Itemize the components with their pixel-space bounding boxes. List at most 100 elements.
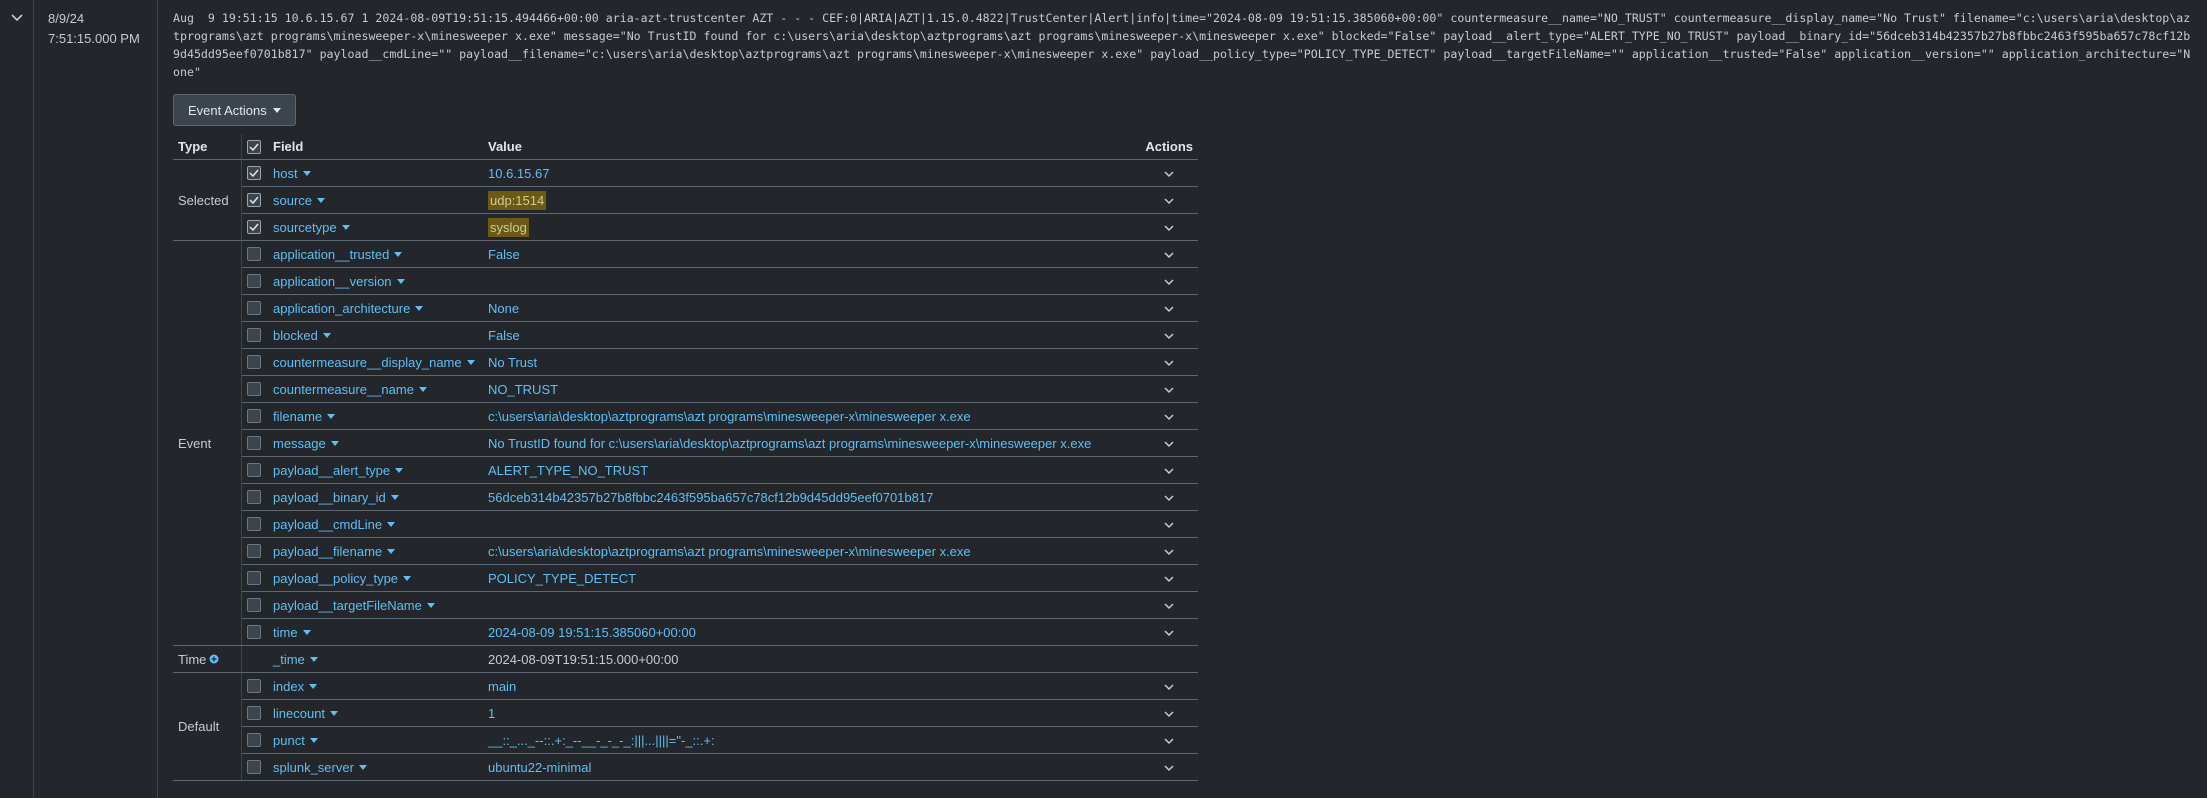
field-name-link[interactable]: host bbox=[273, 166, 311, 181]
field-checkbox[interactable] bbox=[247, 436, 261, 450]
field-value[interactable]: None bbox=[488, 301, 519, 316]
field-checkbox[interactable] bbox=[247, 193, 261, 207]
field-name: countermeasure__display_name bbox=[273, 354, 462, 370]
field-actions-button[interactable] bbox=[1164, 332, 1174, 340]
field-actions-button[interactable] bbox=[1164, 305, 1174, 313]
field-actions-button[interactable] bbox=[1164, 467, 1174, 475]
field-checkbox[interactable] bbox=[247, 625, 261, 639]
field-name-link[interactable]: filename bbox=[273, 409, 336, 424]
field-value[interactable]: 2024-08-09 19:51:15.385060+00:00 bbox=[488, 625, 696, 640]
field-name-link[interactable]: index bbox=[273, 679, 318, 694]
field-checkbox[interactable] bbox=[247, 220, 261, 234]
field-checkbox[interactable] bbox=[247, 571, 261, 585]
field-actions-button[interactable] bbox=[1164, 440, 1174, 448]
field-checkbox[interactable] bbox=[247, 301, 261, 315]
field-actions-button[interactable] bbox=[1164, 602, 1174, 610]
field-checkbox[interactable] bbox=[247, 706, 261, 720]
field-actions-button[interactable] bbox=[1164, 494, 1174, 502]
field-checkbox[interactable] bbox=[247, 463, 261, 477]
field-actions-button[interactable] bbox=[1164, 575, 1174, 583]
field-actions-button[interactable] bbox=[1164, 413, 1174, 421]
field-name-cell: payload__filename bbox=[268, 537, 483, 565]
field-value[interactable]: ubuntu22-minimal bbox=[488, 760, 591, 775]
field-name-link[interactable]: payload__filename bbox=[273, 544, 396, 559]
field-value[interactable]: __::_..._--::.+:_--__-_-_-_:|||...||||="… bbox=[488, 733, 715, 748]
field-name-link[interactable]: message bbox=[273, 436, 339, 451]
field-value[interactable]: False bbox=[488, 328, 520, 343]
field-value[interactable]: 56dceb314b42357b27b8fbbc2463f595ba657c78… bbox=[488, 490, 933, 505]
field-checkbox[interactable] bbox=[247, 733, 261, 747]
field-name-cell: time bbox=[268, 618, 483, 646]
field-checkbox[interactable] bbox=[247, 409, 261, 423]
field-value[interactable]: NO_TRUST bbox=[488, 382, 558, 397]
field-checkbox[interactable] bbox=[247, 247, 261, 261]
field-name-link[interactable]: application__version bbox=[273, 274, 405, 289]
field-checkbox[interactable] bbox=[247, 679, 261, 693]
field-actions-button[interactable] bbox=[1164, 359, 1174, 367]
field-actions-button[interactable] bbox=[1164, 737, 1174, 745]
select-all-checkbox[interactable] bbox=[247, 139, 261, 154]
field-actions-button[interactable] bbox=[1164, 764, 1174, 772]
field-actions-button[interactable] bbox=[1164, 197, 1174, 205]
field-name-link[interactable]: countermeasure__name bbox=[273, 382, 427, 397]
field-name-link[interactable]: payload__alert_type bbox=[273, 463, 404, 478]
field-value[interactable]: No Trust bbox=[488, 355, 537, 370]
field-name-link[interactable]: splunk_server bbox=[273, 760, 367, 775]
add-icon[interactable] bbox=[209, 654, 219, 664]
field-value[interactable]: udp:1514 bbox=[488, 190, 547, 210]
field-name: host bbox=[273, 165, 298, 181]
field-name-link[interactable]: linecount bbox=[273, 706, 339, 721]
field-name-link[interactable]: application_architecture bbox=[273, 301, 424, 316]
field-actions-button[interactable] bbox=[1164, 710, 1174, 718]
field-actions-button[interactable] bbox=[1164, 629, 1174, 637]
field-checkbox[interactable] bbox=[247, 355, 261, 369]
checkbox-cell bbox=[241, 618, 268, 646]
field-actions-button[interactable] bbox=[1164, 386, 1174, 394]
field-name-link[interactable]: payload__targetFileName bbox=[273, 598, 435, 613]
field-value[interactable]: No TrustID found for c:\users\aria\deskt… bbox=[488, 436, 1091, 451]
field-actions-button[interactable] bbox=[1164, 521, 1174, 529]
field-value[interactable]: 1 bbox=[488, 706, 495, 721]
field-actions-button[interactable] bbox=[1164, 278, 1174, 286]
field-value[interactable]: False bbox=[488, 247, 520, 262]
field-name-link[interactable]: sourcetype bbox=[273, 220, 350, 235]
field-name-cell: message bbox=[268, 429, 483, 457]
field-name-link[interactable]: payload__policy_type bbox=[273, 571, 412, 586]
field-value[interactable]: main bbox=[488, 679, 516, 694]
field-value[interactable]: 10.6.15.67 bbox=[488, 166, 549, 181]
field-checkbox[interactable] bbox=[247, 598, 261, 612]
field-value[interactable]: syslog bbox=[488, 217, 529, 237]
field-name-link[interactable]: countermeasure__display_name bbox=[273, 355, 475, 370]
field-checkbox[interactable] bbox=[247, 490, 261, 504]
field-checkbox[interactable] bbox=[247, 760, 261, 774]
field-checkbox[interactable] bbox=[247, 517, 261, 531]
field-name-link[interactable]: time bbox=[273, 625, 311, 640]
field-name-link[interactable]: application__trusted bbox=[273, 247, 403, 262]
field-value[interactable]: c:\users\aria\desktop\aztprograms\azt pr… bbox=[488, 544, 971, 559]
field-value[interactable]: c:\users\aria\desktop\aztprograms\azt pr… bbox=[488, 409, 971, 424]
field-checkbox[interactable] bbox=[247, 382, 261, 396]
field-name-link[interactable]: _time bbox=[273, 652, 318, 667]
field-value[interactable]: ALERT_TYPE_NO_TRUST bbox=[488, 463, 648, 478]
field-value[interactable]: POLICY_TYPE_DETECT bbox=[488, 571, 636, 586]
field-name-link[interactable]: payload__cmdLine bbox=[273, 517, 396, 532]
field-actions-button[interactable] bbox=[1164, 683, 1174, 691]
chevron-down-icon bbox=[1164, 278, 1174, 285]
field-name-link[interactable]: source bbox=[273, 193, 326, 208]
field-name-link[interactable]: blocked bbox=[273, 328, 331, 343]
field-name-link[interactable]: punct bbox=[273, 733, 318, 748]
collapse-event-button[interactable] bbox=[8, 9, 26, 27]
field-actions-button[interactable] bbox=[1164, 170, 1174, 178]
field-checkbox[interactable] bbox=[247, 166, 261, 180]
field-actions-button[interactable] bbox=[1164, 251, 1174, 259]
field-actions-button[interactable] bbox=[1164, 224, 1174, 232]
field-checkbox[interactable] bbox=[247, 544, 261, 558]
actions-cell bbox=[1140, 375, 1198, 403]
field-name: splunk_server bbox=[273, 759, 354, 775]
field-row: Default index main bbox=[173, 672, 1198, 781]
field-checkbox[interactable] bbox=[247, 328, 261, 342]
field-actions-button[interactable] bbox=[1164, 548, 1174, 556]
field-checkbox[interactable] bbox=[247, 274, 261, 288]
field-name-link[interactable]: payload__binary_id bbox=[273, 490, 399, 505]
event-actions-button[interactable]: Event Actions bbox=[173, 94, 296, 126]
